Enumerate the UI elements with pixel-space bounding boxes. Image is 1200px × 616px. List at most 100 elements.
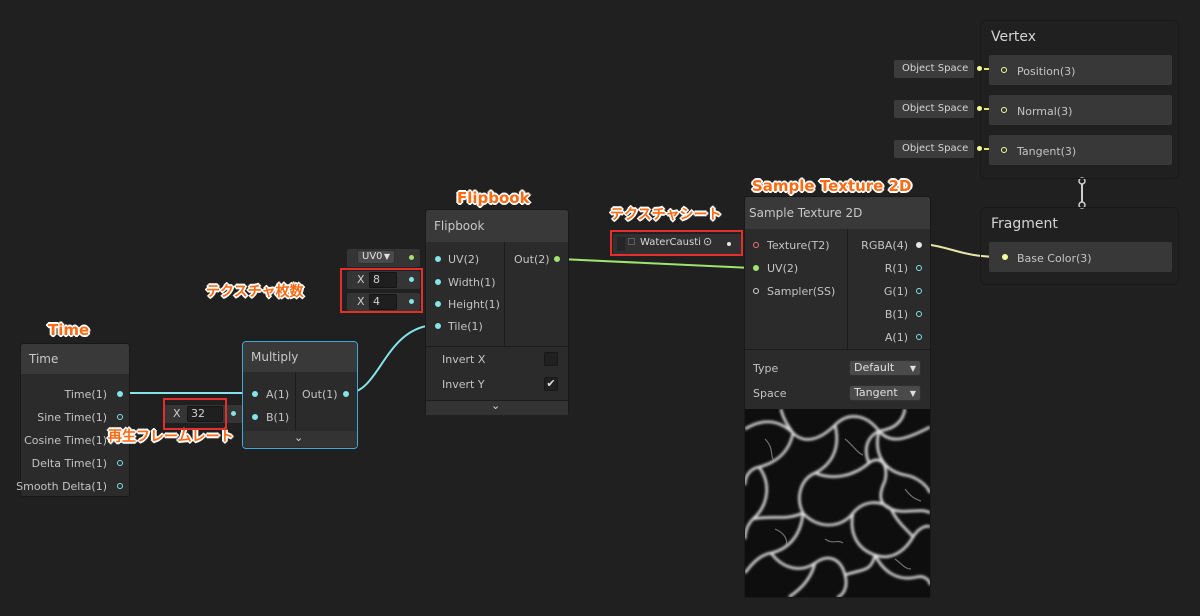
input-a-label: A(1) bbox=[266, 388, 290, 401]
highlight-texture-count bbox=[340, 268, 423, 313]
vertex-block-position[interactable]: Position(3) bbox=[989, 55, 1172, 85]
sample-divider bbox=[847, 229, 848, 349]
input-tile-label: Tile(1) bbox=[448, 320, 483, 333]
normal-space-field[interactable]: Object Space bbox=[894, 100, 974, 118]
port-flipbook-height[interactable] bbox=[435, 301, 441, 307]
highlight-frame-rate bbox=[163, 398, 227, 430]
edge-multiply-out-to-tile[interactable] bbox=[347, 324, 438, 394]
port-position[interactable] bbox=[1001, 67, 1007, 73]
annotation-time: Time bbox=[48, 321, 90, 339]
port-sample-a[interactable] bbox=[916, 334, 922, 340]
multiply-divider bbox=[295, 372, 296, 432]
port-base-color[interactable] bbox=[1002, 254, 1008, 260]
port-sample-g[interactable] bbox=[916, 288, 922, 294]
output-rgba-label: RGBA(4) bbox=[861, 239, 908, 252]
invert-x-checkbox[interactable] bbox=[544, 352, 558, 366]
output-out-label: Out(1) bbox=[302, 388, 338, 401]
multiply-node[interactable]: Multiply A(1) B(1) Out(1) ⌄ bbox=[242, 341, 358, 449]
sample-texture-node-title: Sample Texture 2D bbox=[745, 197, 930, 229]
edge-flipbook-to-uv[interactable] bbox=[559, 258, 753, 269]
output-time: Time(1) bbox=[64, 388, 107, 401]
type-label: Type bbox=[753, 362, 779, 375]
fragment-context[interactable]: Fragment Base Color(3) bbox=[980, 207, 1179, 285]
port-sine-time-out[interactable] bbox=[117, 414, 123, 420]
fragment-title: Fragment bbox=[991, 216, 1058, 232]
multiply-expand-bar[interactable]: ⌄ bbox=[243, 431, 357, 447]
chevron-down-icon: ⌄ bbox=[294, 431, 304, 444]
fragment-block-basecolor[interactable]: Base Color(3) bbox=[989, 242, 1172, 272]
port-sample-b[interactable] bbox=[916, 311, 922, 317]
dropdown-arrow-icon: ▼ bbox=[909, 364, 916, 373]
flipbook-divider bbox=[504, 242, 505, 346]
tangent-label: Tangent(3) bbox=[1017, 145, 1077, 158]
highlight-texture-sheet bbox=[610, 230, 743, 256]
port-flipbook-uv[interactable] bbox=[435, 256, 441, 262]
port-sample-r[interactable] bbox=[916, 265, 922, 271]
uv-channel-field[interactable]: UV0 ▼ bbox=[347, 249, 420, 267]
input-b-label: B(1) bbox=[266, 411, 290, 424]
multiply-node-title: Multiply bbox=[243, 342, 357, 372]
port-flipbook-width[interactable] bbox=[435, 279, 441, 285]
dropdown-arrow-icon: ▼ bbox=[383, 252, 390, 261]
output-delta-time: Delta Time(1) bbox=[31, 457, 107, 470]
space-value: Tangent bbox=[854, 386, 898, 399]
port-multiply-a[interactable] bbox=[252, 391, 258, 397]
time-node[interactable]: Time Time(1) Sine Time(1) Cosine Time(1)… bbox=[16, 343, 130, 497]
position-space-port bbox=[977, 66, 982, 71]
annotation-texture-sheet: テクスチャシート bbox=[610, 207, 722, 223]
port-delta-time-out[interactable] bbox=[117, 460, 123, 466]
flipbook-expand-bar[interactable]: ⌄ bbox=[426, 399, 568, 415]
vertex-title: Vertex bbox=[991, 29, 1037, 45]
port-tangent[interactable] bbox=[1001, 147, 1007, 153]
port-sample-rgba[interactable] bbox=[916, 242, 922, 248]
base-color-label: Base Color(3) bbox=[1017, 252, 1092, 265]
sample-settings: Type Default ▼ Space Tangent ▼ bbox=[745, 349, 930, 408]
output-sine-time: Sine Time(1) bbox=[37, 411, 107, 424]
flipbook-node-title: Flipbook bbox=[426, 210, 568, 242]
sample-texture-node[interactable]: Sample Texture 2D Texture(T2) UV(2) Samp… bbox=[744, 196, 931, 598]
input-uv-label: UV(2) bbox=[767, 262, 799, 275]
position-space-field[interactable]: Object Space bbox=[894, 60, 974, 78]
chevron-down-icon: ⌄ bbox=[491, 399, 501, 412]
input-texture-label: Texture(T2) bbox=[767, 239, 830, 252]
annotation-sample-texture: Sample Texture 2D bbox=[752, 177, 912, 195]
input-sampler-label: Sampler(SS) bbox=[767, 285, 836, 298]
port-smooth-delta-out[interactable] bbox=[117, 483, 123, 489]
port-flipbook-out[interactable] bbox=[554, 256, 560, 262]
time-node-title: Time bbox=[21, 344, 129, 374]
output-b-label: B(1) bbox=[884, 308, 908, 321]
normal-label: Normal(3) bbox=[1017, 105, 1073, 118]
space-dropdown[interactable]: Tangent ▼ bbox=[849, 385, 921, 401]
uv-inline-port bbox=[409, 255, 414, 260]
tangent-space-field[interactable]: Object Space bbox=[894, 140, 974, 158]
type-value: Default bbox=[854, 361, 895, 374]
flipbook-node[interactable]: Flipbook UV(2) Width(1) Height(1) Tile(1… bbox=[425, 209, 569, 415]
port-time-out[interactable] bbox=[117, 391, 123, 397]
output-cosine-time: Cosine Time(1) bbox=[24, 434, 107, 447]
vertex-block-normal[interactable]: Normal(3) bbox=[989, 95, 1172, 125]
port-flipbook-tile[interactable] bbox=[435, 323, 441, 329]
tangent-space-port bbox=[977, 146, 982, 151]
input-uv-label: UV(2) bbox=[448, 253, 480, 266]
vertex-context[interactable]: Vertex Position(3) Normal(3) Tangent(3) bbox=[980, 20, 1179, 179]
output-r-label: R(1) bbox=[884, 262, 908, 275]
port-multiply-out[interactable] bbox=[343, 391, 349, 397]
flipbook-settings: Invert X Invert Y ✔ bbox=[426, 346, 568, 401]
port-multiply-b[interactable] bbox=[252, 414, 258, 420]
vertex-block-tangent[interactable]: Tangent(3) bbox=[989, 135, 1172, 165]
port-sample-uv[interactable] bbox=[753, 265, 759, 271]
position-label: Position(3) bbox=[1017, 65, 1076, 78]
port-normal[interactable] bbox=[1001, 107, 1007, 113]
annotation-flipbook: Flipbook bbox=[457, 189, 530, 207]
uv-channel-value: UV0 bbox=[362, 251, 383, 262]
input-width-label: Width(1) bbox=[448, 276, 496, 289]
invert-y-label: Invert Y bbox=[442, 378, 485, 391]
type-dropdown[interactable]: Default ▼ bbox=[849, 360, 921, 376]
input-height-label: Height(1) bbox=[448, 298, 500, 311]
output-a-label: A(1) bbox=[884, 331, 908, 344]
normal-space-port bbox=[977, 106, 982, 111]
invert-y-checkbox[interactable]: ✔ bbox=[544, 377, 558, 391]
port-sample-sampler[interactable] bbox=[753, 288, 759, 294]
uv-channel-dropdown[interactable]: UV0 ▼ bbox=[357, 250, 395, 264]
port-sample-texture[interactable] bbox=[753, 242, 759, 248]
